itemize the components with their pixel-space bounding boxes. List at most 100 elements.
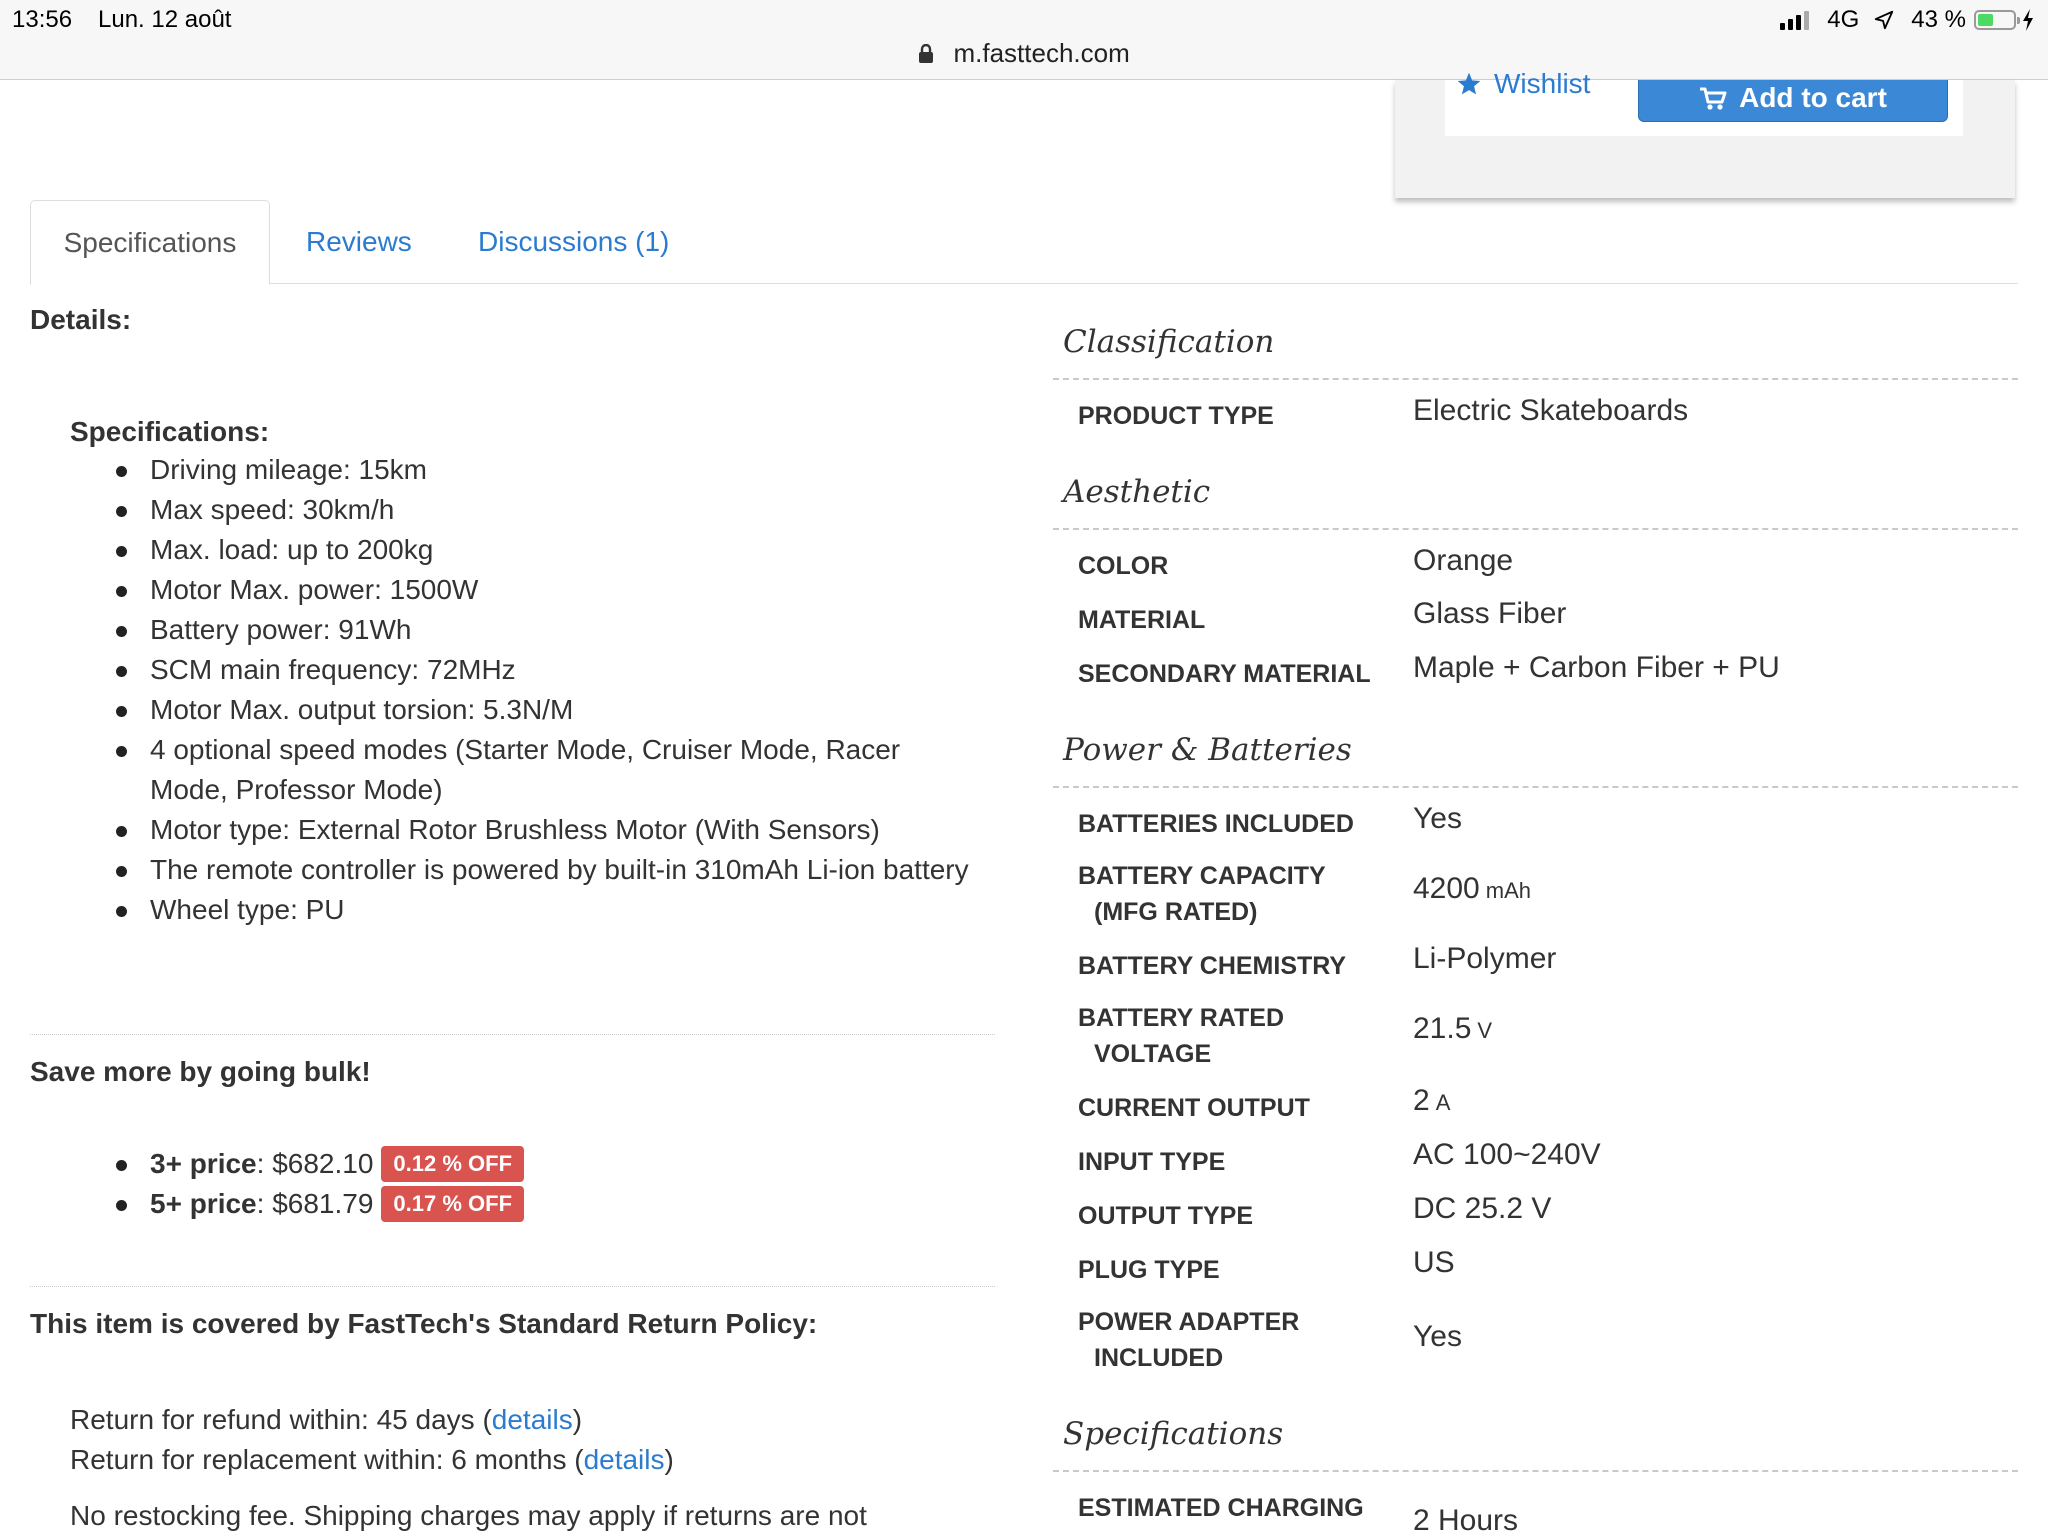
- output-type-value: DC 25.2 V: [1413, 1192, 1552, 1225]
- battery-icon: [1974, 10, 2020, 30]
- divider: [30, 1034, 995, 1035]
- tab-specifications[interactable]: Specifications: [30, 200, 270, 285]
- bulk-qty: 3+ price: [150, 1148, 257, 1179]
- charging-time-label: Estimated Charging: [1078, 1494, 1364, 1522]
- label-line: Included: [1094, 1344, 1224, 1372]
- status-time: 13:56: [12, 6, 73, 33]
- battery-chemistry-value: Li-Polymer: [1413, 942, 1557, 975]
- battery-percent: 43 %: [1911, 6, 1966, 33]
- cellular-signal-icon: [1780, 10, 1810, 30]
- bulk-qty: 5+ price: [150, 1188, 257, 1219]
- label-line: Voltage: [1094, 1040, 1212, 1068]
- details-heading: Details:: [30, 304, 132, 335]
- network-type: 4G: [1827, 6, 1860, 33]
- current-output-label: Current Output: [1078, 1094, 1310, 1122]
- material-label: Material: [1078, 606, 1206, 634]
- status-date: Lun. 12 août: [98, 6, 232, 33]
- url-text: m.fasttech.com: [953, 38, 1130, 68]
- wishlist-label: Wishlist: [1494, 68, 1591, 99]
- ios-status-bar: 13:56 Lun. 12 août 4G 43 % m.fasttech.co…: [0, 0, 2048, 80]
- batteries-included-label: Batteries Included: [1078, 810, 1354, 838]
- section-divider: [1053, 786, 2018, 788]
- refund-text: Return for refund within: 45 days (: [70, 1404, 492, 1435]
- replacement-line: Return for replacement within: 6 months …: [70, 1440, 674, 1480]
- value-unit: A: [1435, 1090, 1451, 1115]
- refund-line: Return for refund within: 45 days (detai…: [70, 1400, 674, 1440]
- label-line: Battery Capacity: [1078, 862, 1326, 890]
- specifications-heading: Specifications:: [70, 416, 270, 447]
- value-number: 21.5: [1413, 1012, 1472, 1045]
- bulk-heading: Save more by going bulk!: [30, 1056, 371, 1087]
- list-item: Wheel type: PU: [110, 890, 970, 930]
- refund-details-link[interactable]: details: [492, 1404, 573, 1435]
- product-type-value: Electric Skateboards: [1413, 394, 1689, 427]
- bulk-price-item: 5+ price: $681.79 0.17 % OFF: [110, 1184, 525, 1224]
- label-line: Battery Rated: [1078, 1004, 1285, 1032]
- label-line: Power Adapter: [1078, 1308, 1300, 1336]
- wishlist-button[interactable]: Wishlist: [1456, 68, 1590, 100]
- divider: [30, 1286, 995, 1287]
- list-item: The remote controller is powered by buil…: [110, 850, 970, 890]
- plug-type-label: Plug Type: [1078, 1256, 1220, 1284]
- paren: ): [664, 1444, 674, 1475]
- add-to-cart-button[interactable]: Add to cart: [1638, 80, 1948, 122]
- spec-list: Driving mileage: 15km Max speed: 30km/h …: [110, 450, 970, 930]
- list-item: 4 optional speed modes (Starter Mode, Cr…: [110, 730, 970, 810]
- value-unit: mAh: [1485, 878, 1531, 903]
- paren: ): [572, 1404, 583, 1435]
- charging-time-value: 2 Hours: [1413, 1504, 1519, 1536]
- restocking-note: No restocking fee. Shipping charges may …: [70, 1500, 867, 1531]
- label-line: (MFG Rated): [1094, 898, 1258, 926]
- list-item: Motor type: External Rotor Brushless Mot…: [110, 810, 970, 850]
- battery-capacity-label: Battery Capacity (MFG Rated): [1078, 858, 1408, 930]
- return-policy-lines: Return for refund within: 45 days (detai…: [70, 1400, 674, 1480]
- section-heading-aesthetic: Aesthetic: [1063, 474, 1211, 510]
- list-item: Max speed: 30km/h: [110, 490, 970, 530]
- replacement-details-link[interactable]: details: [584, 1444, 665, 1475]
- charging-bolt-icon: [2023, 9, 2033, 31]
- list-item: Motor Max. output torsion: 5.3N/M: [110, 690, 970, 730]
- bulk-price: : $682.10: [256, 1148, 374, 1179]
- battery-voltage-value: 21.5 V: [1413, 1012, 1492, 1046]
- value-number: 4200: [1413, 872, 1480, 905]
- tab-reviews[interactable]: Reviews: [306, 200, 412, 284]
- secondary-material-label: Secondary Material: [1078, 660, 1371, 688]
- product-type-label: Product Type: [1078, 402, 1274, 430]
- section-divider: [1053, 378, 2018, 380]
- current-output-value: 2A: [1413, 1084, 1450, 1118]
- cart-icon: [1700, 87, 1727, 110]
- replacement-text: Return for replacement within: 6 months …: [70, 1444, 584, 1475]
- power-adapter-label: Power Adapter Included: [1078, 1304, 1408, 1376]
- batteries-included-value: Yes: [1413, 802, 1462, 835]
- add-to-cart-label: Add to cart: [1739, 82, 1887, 113]
- tab-discussions[interactable]: Discussions (1): [478, 200, 669, 284]
- section-heading-power: Power & Batteries: [1063, 732, 1352, 768]
- value-number: 2: [1413, 1084, 1430, 1117]
- discount-badge: 0.12 % OFF: [381, 1146, 525, 1182]
- section-divider: [1053, 528, 2018, 530]
- discount-badge: 0.17 % OFF: [381, 1186, 525, 1222]
- location-arrow-icon: [1875, 10, 1894, 30]
- list-item: Motor Max. power: 1500W: [110, 570, 970, 610]
- output-type-label: Output Type: [1078, 1202, 1254, 1230]
- color-label: Color: [1078, 552, 1169, 580]
- lock-icon: [919, 44, 934, 63]
- input-type-label: Input Type: [1078, 1148, 1226, 1176]
- star-icon: [1457, 72, 1481, 95]
- bulk-price: : $681.79: [256, 1188, 374, 1219]
- secondary-material-value: Maple + Carbon Fiber + PU: [1413, 651, 1780, 684]
- battery-chemistry-label: Battery Chemistry: [1078, 952, 1347, 980]
- url-bar[interactable]: m.fasttech.com: [0, 38, 2048, 69]
- list-item: Battery power: 91Wh: [110, 610, 970, 650]
- status-right: 4G 43 %: [1780, 6, 2034, 34]
- return-policy-heading: This item is covered by FastTech's Stand…: [30, 1308, 818, 1339]
- product-tabs: Specifications Reviews Discussions (1): [30, 200, 2018, 285]
- section-heading-classification: Classification: [1063, 324, 1275, 360]
- section-heading-specifications: Specifications: [1063, 1416, 1284, 1452]
- color-value: Orange: [1413, 544, 1514, 577]
- list-item: SCM main frequency: 72MHz: [110, 650, 970, 690]
- battery-voltage-label: Battery Rated Voltage: [1078, 1000, 1408, 1072]
- input-type-value: AC 100~240V: [1413, 1138, 1601, 1171]
- list-item: Driving mileage: 15km: [110, 450, 970, 490]
- battery-capacity-value: 4200 mAh: [1413, 872, 1531, 906]
